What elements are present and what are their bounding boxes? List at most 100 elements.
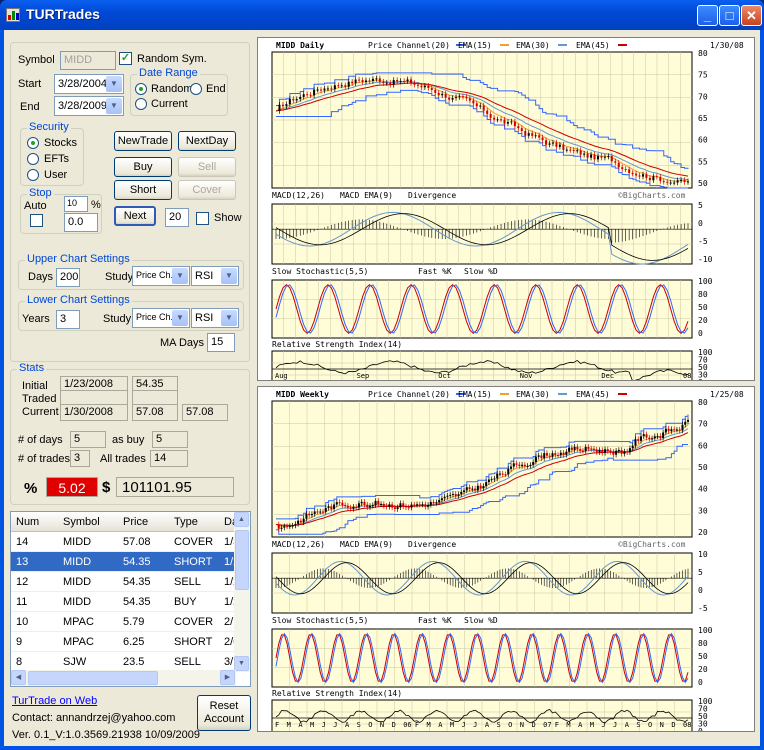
buy-button[interactable]: Buy bbox=[114, 157, 172, 177]
chart-date: 1/25/08 bbox=[710, 390, 744, 399]
sell-button[interactable]: Sell bbox=[178, 157, 236, 177]
table-row[interactable]: 11 MIDD 54.35 BUY 1/2 bbox=[11, 592, 239, 612]
price-candle-body bbox=[623, 451, 626, 454]
price-candle-body bbox=[416, 504, 419, 506]
start-date-picker[interactable]: 3/28/2004 ▼ bbox=[54, 74, 124, 94]
cover-button[interactable]: Cover bbox=[178, 180, 236, 200]
x-tick-label: J bbox=[613, 721, 617, 729]
price-candle-body bbox=[283, 526, 286, 528]
price-candle-body bbox=[628, 448, 631, 453]
table-row[interactable]: 8 SJW 23.5 SELL 3/1 bbox=[11, 652, 239, 672]
price-candle-body bbox=[503, 119, 506, 124]
x-tick-label: S bbox=[636, 721, 640, 729]
lower-study-select[interactable]: Price Ch. ▼ bbox=[132, 308, 190, 328]
range-random-radio[interactable] bbox=[135, 83, 147, 95]
cell-num: 9 bbox=[16, 636, 23, 648]
price-candle-body bbox=[286, 526, 289, 528]
table-row[interactable]: 10 MPAC 5.79 COVER 2/1 bbox=[11, 612, 239, 632]
x-tick-label: J bbox=[333, 721, 337, 729]
stats-title: Stats bbox=[17, 362, 47, 374]
price-candle-body bbox=[281, 104, 284, 107]
chevron-down-icon[interactable]: ▼ bbox=[221, 310, 237, 326]
y-tick-label: 65 bbox=[698, 114, 708, 123]
ma-days-label: MA Days bbox=[160, 337, 205, 349]
table-row[interactable]: 13 MIDD 54.35 SHORT 1/2 bbox=[11, 552, 239, 572]
minimize-button[interactable]: _ bbox=[697, 5, 718, 26]
table-vertical-scrollbar[interactable]: ▲ ▼ bbox=[234, 512, 250, 672]
scroll-right-icon[interactable]: ▶ bbox=[220, 670, 235, 685]
security-efts-label: EFTs bbox=[44, 153, 70, 165]
price-candle-body bbox=[468, 487, 471, 490]
random-symbol-checkbox[interactable]: ✓ bbox=[119, 52, 132, 65]
symbol-input[interactable]: MIDD bbox=[60, 51, 116, 70]
cell-symbol: SJW bbox=[63, 656, 87, 668]
price-candle-body bbox=[662, 432, 665, 438]
table-row[interactable]: 14 MIDD 57.08 COVER 1/3 bbox=[11, 532, 239, 552]
security-user-radio[interactable] bbox=[27, 169, 39, 181]
trades-table[interactable]: Num Symbol Price Type Da 14 MIDD 57.08 COVE… bbox=[10, 511, 251, 687]
next-day-button[interactable]: NextDay bbox=[178, 131, 236, 151]
next-count-input[interactable]: 20 bbox=[165, 208, 189, 227]
table-horizontal-scrollbar[interactable]: ◀ ▶ bbox=[11, 670, 236, 686]
price-candle-body bbox=[396, 79, 399, 82]
price-candle-body bbox=[604, 449, 607, 453]
ma-days-input[interactable]: 15 bbox=[207, 333, 235, 352]
chevron-down-icon[interactable]: ▼ bbox=[106, 98, 122, 114]
chevron-down-icon[interactable]: ▼ bbox=[172, 310, 188, 326]
scroll-left-icon[interactable]: ◀ bbox=[11, 670, 26, 685]
price-candle-body bbox=[500, 119, 503, 121]
upper-study-select[interactable]: Price Ch. ▼ bbox=[132, 266, 190, 286]
x-tick-label: M bbox=[450, 721, 454, 729]
scroll-down-icon[interactable]: ▼ bbox=[234, 656, 249, 671]
price-candle-body bbox=[347, 81, 350, 87]
range-end-radio[interactable] bbox=[190, 83, 202, 95]
table-row[interactable]: 12 MIDD 54.35 SELL 1/2 bbox=[11, 572, 239, 592]
scroll-up-icon[interactable]: ▲ bbox=[234, 512, 249, 527]
short-button[interactable]: Short bbox=[114, 180, 172, 200]
lower-years-input[interactable]: 3 bbox=[56, 310, 80, 329]
upper-days-input[interactable]: 200 bbox=[56, 268, 80, 287]
header-price[interactable]: Price bbox=[123, 516, 148, 528]
show-checkbox[interactable] bbox=[196, 212, 209, 225]
lower-indicator-select[interactable]: RSI ▼ bbox=[191, 308, 239, 328]
stop-percent-input[interactable]: 10 bbox=[64, 196, 88, 212]
new-trade-button[interactable]: NewTrade bbox=[114, 131, 172, 151]
header-symbol[interactable]: Symbol bbox=[63, 516, 100, 528]
vertical-scroll-thumb[interactable] bbox=[235, 530, 249, 590]
chevron-down-icon[interactable]: ▼ bbox=[172, 268, 188, 284]
turtrade-web-link[interactable]: TurTrade on Web bbox=[12, 695, 97, 707]
price-candle-body bbox=[434, 89, 437, 93]
price-candle-body bbox=[460, 491, 463, 495]
dollar-value: 101101.95 bbox=[116, 477, 234, 497]
price-candle-body bbox=[451, 98, 454, 100]
price-candle-body bbox=[570, 447, 573, 450]
maximize-button[interactable]: □ bbox=[719, 5, 740, 26]
x-tick-label: D bbox=[392, 721, 396, 729]
upper-indicator-select[interactable]: RSI ▼ bbox=[191, 266, 239, 286]
price-candle-body bbox=[435, 502, 438, 504]
table-row[interactable]: 9 MPAC 6.25 SHORT 2/6 bbox=[11, 632, 239, 652]
header-num[interactable]: Num bbox=[16, 516, 39, 528]
range-current-radio[interactable] bbox=[135, 98, 147, 110]
chevron-down-icon[interactable]: ▼ bbox=[221, 268, 237, 284]
lower-study-value: Price Ch. bbox=[136, 312, 174, 322]
next-button[interactable]: Next bbox=[114, 206, 156, 226]
x-tick-label: 08 bbox=[683, 721, 691, 729]
price-candle-body bbox=[382, 504, 385, 506]
price-candle-body bbox=[427, 85, 430, 89]
price-candle-body bbox=[316, 511, 319, 513]
chevron-down-icon[interactable]: ▼ bbox=[106, 76, 122, 92]
title-bar[interactable]: TURTrades _ □ ✕ bbox=[0, 0, 764, 30]
price-candle-body bbox=[357, 503, 360, 508]
security-efts-radio[interactable] bbox=[27, 153, 39, 165]
price-candle-body bbox=[562, 452, 565, 455]
security-stocks-radio[interactable] bbox=[27, 137, 39, 149]
reset-account-button[interactable]: Reset Account bbox=[197, 695, 251, 731]
stop-auto-checkbox[interactable] bbox=[30, 214, 43, 227]
end-date-picker[interactable]: 3/28/2009 ▼ bbox=[54, 96, 124, 116]
horizontal-scroll-thumb[interactable] bbox=[28, 671, 158, 685]
cell-num: 11 bbox=[16, 596, 28, 608]
header-type[interactable]: Type bbox=[174, 516, 198, 528]
close-button[interactable]: ✕ bbox=[741, 5, 762, 26]
stop-amount-input[interactable]: 0.0 bbox=[64, 213, 98, 232]
